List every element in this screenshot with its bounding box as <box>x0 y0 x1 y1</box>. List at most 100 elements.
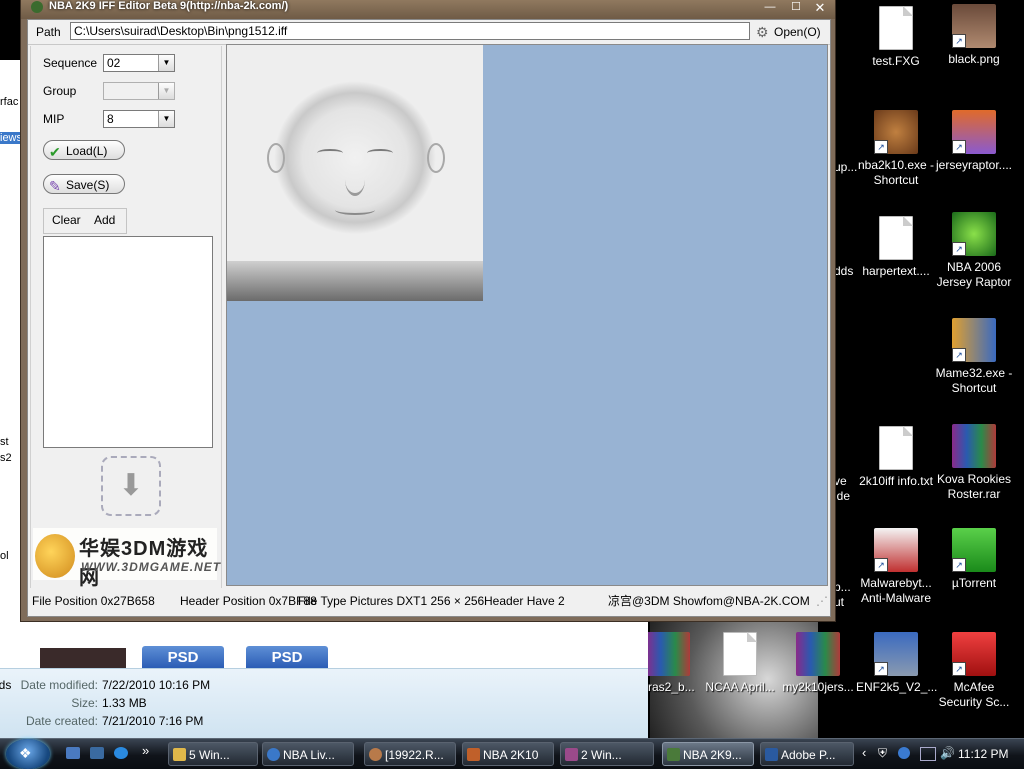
taskbar-button-windows-explorer[interactable]: 5 Win... <box>168 742 258 766</box>
document-icon <box>879 6 913 50</box>
desktop-icon-black-png[interactable]: ↗ black.png <box>934 4 1014 67</box>
taskbar-button-winrar[interactable]: 2 Win... <box>560 742 654 766</box>
network-icon[interactable] <box>920 747 936 761</box>
text-file-icon <box>879 426 913 470</box>
pencil-icon: ✎ <box>49 178 61 194</box>
desktop-icon-enf2k5[interactable]: ↗ ENF2k5_V2_... <box>856 632 937 695</box>
load-button[interactable]: ✔ Load(L) <box>43 140 125 160</box>
tray-expand-icon[interactable]: ‹ <box>862 745 866 760</box>
mcafee-icon: ↗ <box>952 632 996 676</box>
show-desktop-icon[interactable] <box>66 747 80 759</box>
taskbar-button-photoshop[interactable]: Adobe P... <box>760 742 854 766</box>
desktop-icon-harpertext[interactable]: harpertext.... <box>856 216 936 279</box>
checkmark-icon: ✔ <box>49 144 61 160</box>
psd-file-thumbnail[interactable]: PSD <box>142 646 224 668</box>
status-file-position: File Position 0x27B658 <box>32 594 155 608</box>
folder-icon <box>173 748 186 761</box>
status-header-position: Header Position 0x7BF88 <box>180 594 317 608</box>
arcade-icon: ↗ <box>952 318 996 362</box>
chevron-down-icon[interactable]: ▼ <box>158 83 174 99</box>
taskbar-button-nba2k9-editor[interactable]: NBA 2K9... <box>662 742 754 766</box>
security-shield-icon[interactable]: ⛨ <box>878 746 887 761</box>
logo-url: WWW.3DMGAME.NET <box>81 560 222 574</box>
client-area: Path ⚙ Open(O) Sequence 02 ▼ Group ▼ MIP… <box>27 19 831 617</box>
iff-editor-window: NBA 2K9 IFF Editor Beta 9(http://nba-2k.… <box>20 0 836 622</box>
taskbar-button-19922[interactable]: [19922.R... <box>364 742 456 766</box>
save-button[interactable]: ✎ Save(S) <box>43 174 125 194</box>
desktop-icon-my2k10jers[interactable]: my2k10jers... <box>778 632 858 695</box>
volume-icon[interactable]: 🔊 <box>940 746 955 760</box>
desktop-icon-nba2006-jersey-raptor[interactable]: ↗ NBA 2006 Jersey Raptor <box>934 212 1014 290</box>
photoshop-icon <box>765 748 778 761</box>
clock[interactable]: 11:12 PM <box>958 739 1008 769</box>
mip-select[interactable]: 8 ▼ <box>103 110 175 128</box>
sequence-select[interactable]: 02 ▼ <box>103 54 175 72</box>
chevron-down-icon[interactable]: ▼ <box>158 111 174 127</box>
taskbar-button-nba2k10[interactable]: NBA 2K10 <box>462 742 554 766</box>
desktop-icon-malwarebytes[interactable]: ↗ Malwarebyt... Anti-Malware <box>856 528 936 606</box>
sequence-list[interactable] <box>43 236 213 448</box>
status-bar: File Position 0x27B658 Header Position 0… <box>28 588 830 614</box>
rar-icon <box>952 424 996 468</box>
arrow-down-icon[interactable]: ⬇ <box>101 456 161 516</box>
taskbar-button-nba-live[interactable]: NBA Liv... <box>262 742 354 766</box>
open-button[interactable]: ⚙ Open(O) <box>754 22 824 42</box>
3dm-logo: 华娱3DM游戏网 WWW.3DMGAME.NET <box>33 528 220 589</box>
status-file-type: File Type Pictures DXT1 256 × 256 <box>298 594 485 608</box>
malwarebytes-icon: ↗ <box>874 528 918 572</box>
switch-windows-icon[interactable] <box>90 747 104 759</box>
maximize-button[interactable]: ☐ <box>783 0 809 18</box>
psd-file-thumbnail[interactable]: PSD <box>246 646 328 668</box>
texture-viewer[interactable] <box>226 44 828 586</box>
desktop-icon-mame32[interactable]: ↗ Mame32.exe - Shortcut <box>934 318 1014 396</box>
internet-explorer-icon[interactable] <box>114 747 128 759</box>
desktop-icon-mcafee[interactable]: ↗ McAfee Security Sc... <box>934 632 1014 710</box>
desktop-icon-test-fxg[interactable]: test.FXG <box>856 6 936 69</box>
clear-button[interactable]: Clear <box>52 213 81 227</box>
resize-grip-icon[interactable]: ⋰ <box>816 588 828 614</box>
image-icon: ↗ <box>952 4 996 48</box>
face-texture-image <box>227 45 483 301</box>
chevron-down-icon[interactable]: ▼ <box>158 55 174 71</box>
desktop-icon-ncaa-april[interactable]: NCAA April... <box>700 632 780 695</box>
dragon-icon: ↗ <box>952 212 996 256</box>
rar-icon <box>565 748 578 761</box>
details-pane: dds Date modified:7/22/2010 10:16 PM Siz… <box>0 668 648 739</box>
control-panel: Sequence 02 ▼ Group ▼ MIP 8 ▼ ✔ Load(L) … <box>30 46 222 589</box>
game-icon <box>467 748 480 761</box>
status-credit: 凉宫@3DM Showfom@NBA-2K.COM <box>608 594 810 608</box>
rar-icon <box>646 632 690 676</box>
date-created-value: 7/21/2010 7:16 PM <box>102 714 204 728</box>
rar-icon <box>796 632 840 676</box>
minimize-button[interactable]: — <box>757 0 783 18</box>
sequence-label: Sequence <box>43 56 98 70</box>
desktop-icon-kova-rookies[interactable]: Kova Rookies Roster.rar <box>934 424 1014 502</box>
clipped-desktop-label: ide <box>834 489 851 503</box>
internet-explorer-icon <box>267 748 280 761</box>
media-icon <box>369 748 382 761</box>
path-bar: Path ⚙ Open(O) <box>28 20 830 45</box>
taskbar: ❖ » 5 Win... NBA Liv... [19922.R... NBA … <box>0 738 1024 769</box>
player-icon: ↗ <box>874 110 918 154</box>
desktop-icon-2k10iff-info[interactable]: 2k10iff info.txt <box>856 426 936 489</box>
language-icon[interactable] <box>898 747 910 759</box>
group-label: Group <box>43 84 77 98</box>
desktop-icon-jerseyraptor[interactable]: ↗ jerseyraptor.... <box>934 110 1014 173</box>
title-bar[interactable]: NBA 2K9 IFF Editor Beta 9(http://nba-2k.… <box>21 0 835 19</box>
start-button[interactable]: ❖ <box>6 739 50 769</box>
date-modified-value: 7/22/2010 10:16 PM <box>102 678 211 692</box>
status-header: Header Have 2 <box>484 594 565 608</box>
close-button[interactable]: ✕ <box>807 0 833 18</box>
explorer-window: dds Date modified:7/22/2010 10:16 PM Siz… <box>0 620 648 739</box>
add-button[interactable]: Add <box>94 213 115 227</box>
quicklaunch-more-icon[interactable]: » <box>142 743 149 758</box>
desktop-icon-utorrent[interactable]: ↗ µTorrent <box>934 528 1014 591</box>
group-select[interactable]: ▼ <box>103 82 175 100</box>
photo-thumbnail[interactable] <box>40 648 126 670</box>
app-icon <box>667 748 680 761</box>
path-input[interactable] <box>70 22 750 40</box>
utorrent-icon: ↗ <box>952 528 996 572</box>
windows-logo-icon: ❖ <box>19 745 32 761</box>
size-value: 1.33 MB <box>102 696 147 710</box>
desktop-icon-nba2k10[interactable]: ↗ nba2k10.exe - Shortcut <box>856 110 936 188</box>
